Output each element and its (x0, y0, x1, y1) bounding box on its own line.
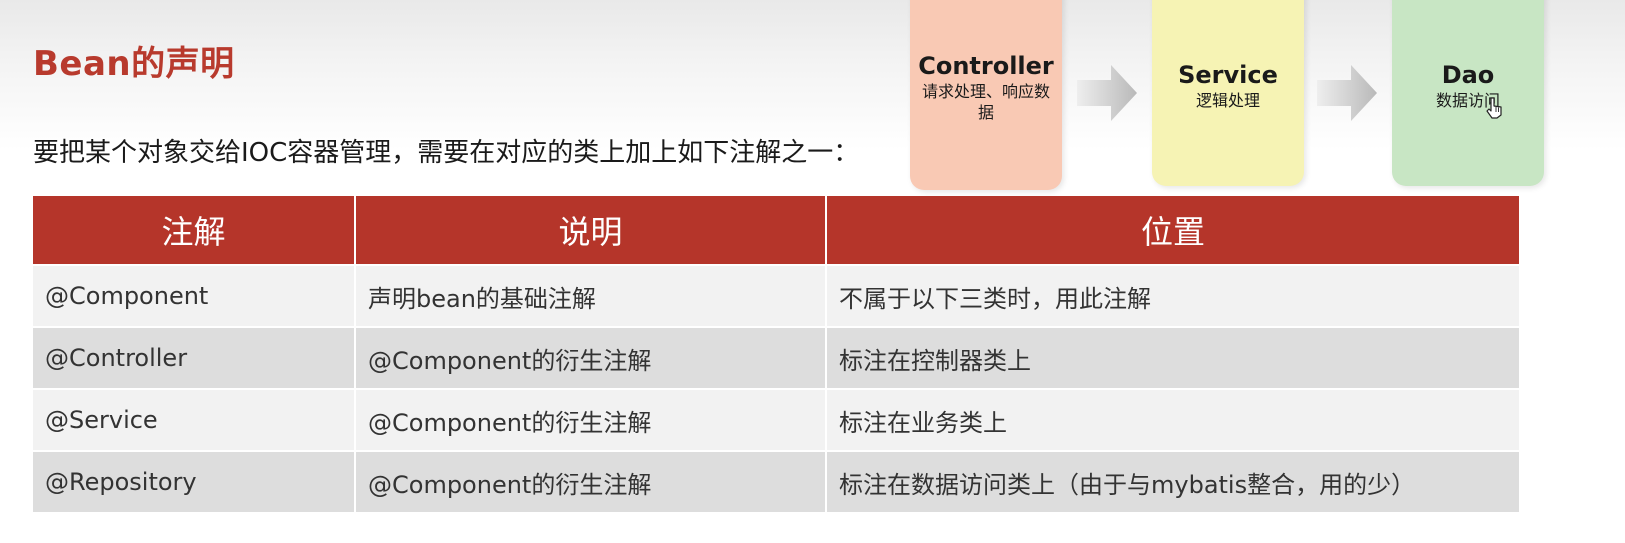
cell-description: @Component的衍生注解 (355, 450, 827, 512)
layer-service: Service 逻辑处理 (1152, 0, 1304, 186)
table-row: @Component 声明bean的基础注解 不属于以下三类时，用此注解 (33, 264, 1519, 327)
right-arrow-icon (1317, 65, 1377, 121)
layer-service-name: Service (1178, 60, 1278, 89)
mouse-pointer-icon (1486, 97, 1502, 119)
cell-description: @Component的衍生注解 (355, 388, 827, 451)
table-row: @Controller @Component的衍生注解 标注在控制器类上 (33, 326, 1519, 389)
cell-annotation: @Repository (33, 450, 356, 512)
layer-controller-desc: 请求处理、响应数据 (921, 82, 1050, 122)
page-subtitle: 要把某个对象交给IOC容器管理，需要在对应的类上加上如下注解之一： (33, 138, 860, 168)
table-row: @Repository @Component的衍生注解 标注在数据访问类上（由于… (33, 450, 1519, 512)
header-background (0, 0, 1625, 150)
table-row: @Service @Component的衍生注解 标注在业务类上 (33, 388, 1519, 451)
layer-controller: Controller 请求处理、响应数据 (910, 0, 1062, 190)
layer-service-desc: 逻辑处理 (1195, 90, 1260, 110)
cell-location: 不属于以下三类时，用此注解 (826, 264, 1519, 327)
cell-annotation: @Component (33, 264, 356, 327)
table-header-row: 注解 说明 位置 (33, 196, 1519, 265)
cell-location: 标注在业务类上 (826, 388, 1519, 451)
layer-controller-name: Controller (918, 52, 1054, 80)
right-arrow-icon (1077, 65, 1137, 121)
column-header-description: 说明 (355, 196, 827, 265)
page-title: Bean的声明 (33, 44, 235, 84)
layer-dao-name: Dao (1441, 60, 1495, 89)
annotation-table: 注解 说明 位置 @Component 声明bean的基础注解 不属于以下三类时… (33, 196, 1519, 512)
cell-location: 标注在控制器类上 (826, 326, 1519, 389)
cell-description: 声明bean的基础注解 (355, 264, 827, 327)
cell-annotation: @Controller (33, 326, 356, 389)
cell-location: 标注在数据访问类上（由于与mybatis整合，用的少） (826, 450, 1519, 512)
column-header-location: 位置 (826, 196, 1519, 265)
layer-dao: Dao 数据访问 (1392, 0, 1544, 186)
cell-annotation: @Service (33, 388, 356, 451)
column-header-annotation: 注解 (33, 196, 356, 265)
cell-description: @Component的衍生注解 (355, 326, 827, 389)
